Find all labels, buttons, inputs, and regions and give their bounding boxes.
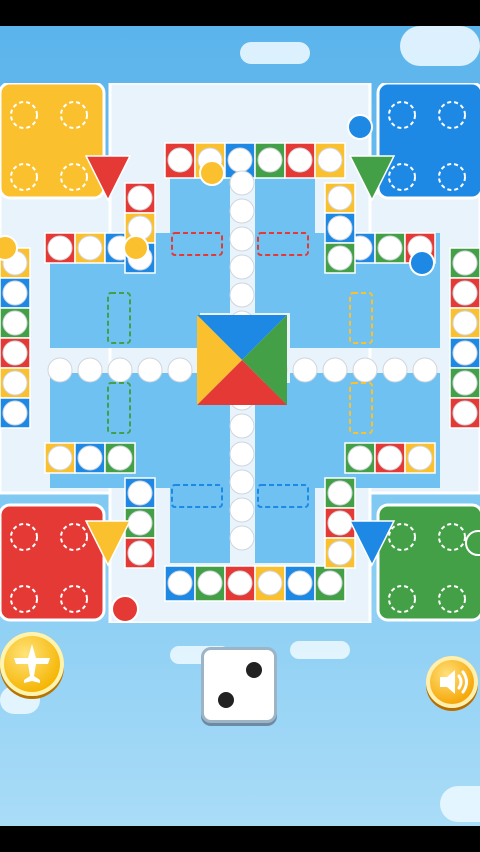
home-base-yellow <box>0 83 106 200</box>
track-space[interactable] <box>407 445 433 471</box>
track-space[interactable] <box>377 445 403 471</box>
track-space[interactable] <box>2 400 28 426</box>
track-space[interactable] <box>127 185 153 211</box>
track-space[interactable] <box>452 280 478 306</box>
board-window <box>170 383 230 563</box>
control-bar <box>0 622 480 826</box>
track-space[interactable] <box>452 400 478 426</box>
home-run-space[interactable] <box>382 357 408 383</box>
track-space[interactable] <box>327 510 353 536</box>
start-marker[interactable] <box>0 235 18 261</box>
home-run-space[interactable] <box>229 497 255 523</box>
home-run-space[interactable] <box>229 282 255 308</box>
airplane-icon <box>14 644 50 683</box>
start-marker[interactable] <box>347 114 373 140</box>
track-space[interactable] <box>2 280 28 306</box>
track-space[interactable] <box>327 540 353 566</box>
track-space[interactable] <box>287 147 313 173</box>
home-run-space[interactable] <box>47 357 73 383</box>
home-run-space[interactable] <box>77 357 103 383</box>
sound-button[interactable] <box>426 656 478 708</box>
track-space[interactable] <box>127 480 153 506</box>
track-space[interactable] <box>327 185 353 211</box>
green-token[interactable] <box>465 530 480 556</box>
home-run-space[interactable] <box>229 525 255 551</box>
home-run-space[interactable] <box>229 441 255 467</box>
track-space[interactable] <box>452 370 478 396</box>
track-space[interactable] <box>287 570 313 596</box>
game-scene <box>0 26 480 826</box>
track-space[interactable] <box>197 570 223 596</box>
track-space[interactable] <box>167 147 193 173</box>
track-space[interactable] <box>2 310 28 336</box>
dice-pip <box>218 692 234 708</box>
track-space[interactable] <box>257 570 283 596</box>
home-run-space[interactable] <box>229 198 255 224</box>
track-space[interactable] <box>167 570 193 596</box>
start-marker[interactable] <box>409 250 435 276</box>
track-space[interactable] <box>377 235 403 261</box>
red-token[interactable] <box>111 595 139 623</box>
track-space[interactable] <box>127 510 153 536</box>
speaker-icon <box>440 670 468 694</box>
start-marker[interactable] <box>123 235 149 261</box>
start-marker[interactable] <box>199 160 225 186</box>
track-space[interactable] <box>452 250 478 276</box>
home-run-space[interactable] <box>229 469 255 495</box>
home-run-space[interactable] <box>229 226 255 252</box>
track-space[interactable] <box>327 215 353 241</box>
track-space[interactable] <box>77 445 103 471</box>
home-run-space[interactable] <box>352 357 378 383</box>
home-run-space[interactable] <box>229 254 255 280</box>
home-run-space[interactable] <box>322 357 348 383</box>
track-space[interactable] <box>127 540 153 566</box>
cloud-decoration <box>240 42 310 64</box>
track-space[interactable] <box>452 340 478 366</box>
track-space[interactable] <box>327 245 353 271</box>
cloud-decoration <box>400 26 480 66</box>
status-bar <box>0 0 480 26</box>
track-space[interactable] <box>77 235 103 261</box>
home-run-space[interactable] <box>292 357 318 383</box>
plane-button[interactable] <box>0 632 64 696</box>
home-run-space[interactable] <box>137 357 163 383</box>
home-run-space[interactable] <box>229 413 255 439</box>
track-space[interactable] <box>257 147 283 173</box>
dice[interactable] <box>201 647 277 723</box>
home-run-space[interactable] <box>167 357 193 383</box>
home-run-space[interactable] <box>412 357 438 383</box>
track-space[interactable] <box>2 370 28 396</box>
track-space[interactable] <box>317 147 343 173</box>
ludo-board <box>0 83 480 623</box>
track-space[interactable] <box>347 445 373 471</box>
track-space[interactable] <box>227 147 253 173</box>
track-space[interactable] <box>107 445 133 471</box>
track-space[interactable] <box>47 445 73 471</box>
navigation-bar <box>0 826 480 852</box>
track-space[interactable] <box>452 310 478 336</box>
track-space[interactable] <box>317 570 343 596</box>
home-run-space[interactable] <box>229 170 255 196</box>
dice-pip <box>246 662 262 678</box>
track-space[interactable] <box>327 480 353 506</box>
track-space[interactable] <box>47 235 73 261</box>
track-space[interactable] <box>227 570 253 596</box>
track-space[interactable] <box>2 340 28 366</box>
home-run-space[interactable] <box>107 357 133 383</box>
board-window <box>255 383 315 563</box>
